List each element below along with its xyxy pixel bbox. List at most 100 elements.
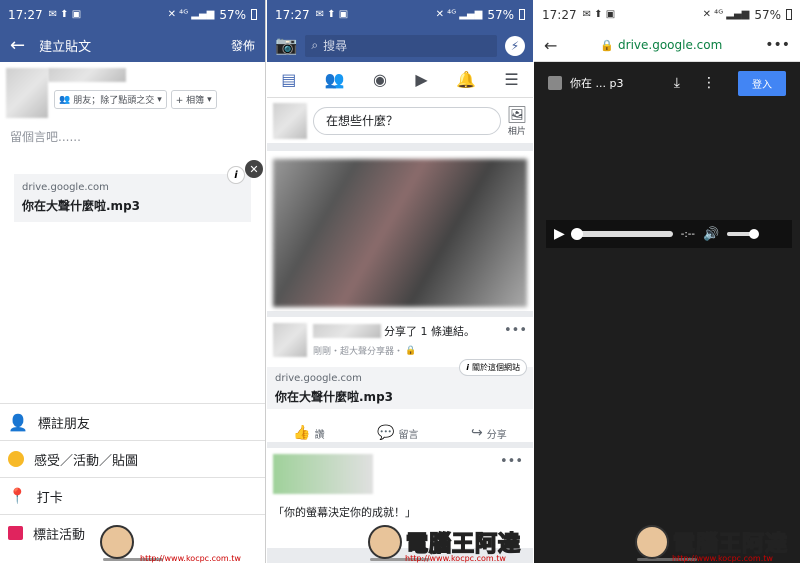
comment-label: 留言: [398, 429, 419, 441]
thumbs-up-icon: 👍: [293, 425, 311, 441]
blurred-header: [273, 454, 373, 494]
info-icon: i: [466, 363, 469, 372]
tab-groups[interactable]: ◉: [373, 70, 387, 89]
link-title: 你在大聲什麼啦.mp3: [22, 199, 141, 213]
signal-icon: ✕ ⁴ᴳ ▂▄▆: [435, 9, 483, 20]
photo-button[interactable]: 🖼 相片: [507, 105, 527, 137]
menu-item-tag-friends[interactable]: 👤 標註朋友: [0, 403, 265, 440]
url-text[interactable]: drive.google.com: [618, 38, 722, 52]
audience-selector[interactable]: 👥 朋友；除了點頭之交 ▾: [54, 90, 167, 109]
link-preview[interactable]: drive.google.com 你在大聲什麼啦.mp3 i ✕: [14, 160, 263, 222]
drive-toolbar: 你在 ... p3 ⤓ ⋮ 登入: [534, 62, 800, 104]
watermark-url: http://www.kocpc.com.tw: [405, 554, 506, 563]
signal-icon: ✕ ⁴ᴳ ▂▄▆: [702, 9, 750, 20]
post-action-text: 分享了 1 條連結。: [384, 325, 475, 338]
back-arrow-icon[interactable]: ←: [544, 36, 557, 55]
watermark-url: http://www.kocpc.com.tw: [672, 554, 773, 563]
browser-appbar: ← 🔒 drive.google.com •••: [534, 29, 800, 62]
create-post-panel: 17:27 ✉ ⬆ ▣ ✕ ⁴ᴳ ▂▄▆ 57% ← 建立貼文 發佈 👥 朋友；除了點…: [0, 0, 266, 563]
friends-icon: 👥: [59, 94, 71, 105]
watermark-left: 電腦王阿達: [100, 525, 143, 559]
play-icon[interactable]: ▶: [554, 226, 565, 242]
more-options-icon[interactable]: •••: [765, 37, 790, 53]
tab-news-feed[interactable]: ▤: [281, 70, 296, 89]
comment-icon: 💬: [377, 425, 395, 441]
like-label: 讚: [314, 429, 325, 441]
avatar: [6, 68, 48, 118]
menu-item-feeling[interactable]: 感受／活動／貼圖: [0, 440, 265, 477]
about-site-button[interactable]: i 關於這個網站: [459, 359, 527, 376]
smiley-icon: [8, 451, 24, 467]
more-options-icon[interactable]: •••: [504, 323, 527, 357]
menu-item-checkin[interactable]: 📍 打卡: [0, 477, 265, 514]
post-text-input[interactable]: 留個言吧......: [0, 124, 265, 152]
feed-post-image: [267, 151, 533, 311]
battery-icon: [519, 9, 525, 20]
blurred-photo: [273, 159, 527, 307]
back-arrow-icon[interactable]: ←: [10, 35, 25, 56]
menu-item-label: 感受／活動／貼圖: [34, 453, 139, 469]
share-label: 分享: [486, 429, 507, 441]
post-actions: 👍 讚 💬 留言 ↪ 分享: [267, 415, 533, 451]
watermark-mascot: [635, 525, 669, 559]
audience-label: 朋友；除了點頭之交: [73, 96, 155, 106]
battery-icon: [251, 9, 257, 20]
chevron-down-icon: ▾: [157, 94, 162, 105]
login-button[interactable]: 登入: [738, 70, 786, 96]
progress-thumb[interactable]: [570, 228, 583, 240]
post-meta: 剛剛・超大聲分享器・: [313, 347, 404, 357]
tag-friend-icon: 👤: [8, 412, 28, 432]
watermark-url: http://www.kocpc.com.tw: [140, 554, 241, 563]
composer-input[interactable]: 在想些什麼？: [313, 106, 501, 135]
lock-icon: 🔒: [600, 38, 615, 52]
status-time: 17:27: [8, 7, 43, 22]
more-vert-icon[interactable]: ⋮: [702, 75, 716, 91]
calendar-icon: [8, 526, 23, 540]
search-bar[interactable]: ⌕ 搜尋: [305, 34, 497, 57]
menu-item-label: 標註朋友: [37, 416, 90, 432]
menu-item-label: 標註活動: [33, 527, 86, 543]
tab-menu[interactable]: ☰: [504, 70, 518, 89]
volume-icon[interactable]: 🔊: [703, 227, 719, 242]
author-name: [48, 68, 126, 82]
share-icon: ↪: [471, 425, 483, 441]
tab-friends[interactable]: 👥: [325, 70, 345, 89]
page-title: 建立貼文: [39, 40, 92, 55]
comment-button[interactable]: 💬 留言: [377, 425, 418, 441]
more-options-icon[interactable]: •••: [500, 454, 523, 469]
audio-player: ▶ -:-- 🔊: [546, 220, 792, 248]
search-icon: ⌕: [311, 38, 319, 52]
messenger-icon[interactable]: ⚡: [505, 35, 525, 56]
file-name: 你在 ... p3: [570, 77, 624, 90]
info-icon[interactable]: i: [227, 166, 245, 184]
link-domain: drive.google.com: [22, 182, 109, 193]
progress-slider[interactable]: [570, 228, 673, 240]
like-button[interactable]: 👍 讚: [293, 425, 324, 441]
signal-icon: ✕ ⁴ᴳ ▂▄▆: [167, 9, 215, 20]
author-name: [313, 324, 381, 338]
photo-label: 相片: [507, 126, 526, 137]
close-icon[interactable]: ✕: [245, 160, 263, 178]
time-display: -:--: [680, 228, 695, 240]
volume-thumb[interactable]: [749, 229, 760, 239]
volume-slider[interactable]: [727, 229, 760, 239]
photo-icon: 🖼: [506, 104, 527, 124]
battery-level: 57%: [219, 7, 246, 22]
drive-viewer-panel: 17:27 ✉ ⬆ ▣ ✕ ⁴ᴳ ▂▄▆ 57% ← 🔒 drive.google.…: [534, 0, 800, 563]
album-selector[interactable]: + 相簿 ▾: [170, 90, 217, 109]
status-bar: 17:27 ✉ ⬆ ▣ ✕ ⁴ᴳ ▂▄▆ 57%: [267, 0, 533, 29]
download-icon[interactable]: ⤓: [674, 75, 680, 91]
link-preview[interactable]: drive.google.com 你在大聲什麼啦.mp3 i 關於這個網站: [267, 359, 533, 409]
status-bar: 17:27 ✉ ⬆ ▣ ✕ ⁴ᴳ ▂▄▆ 57%: [534, 0, 800, 29]
search-appbar: 📷 ⌕ 搜尋 ⚡: [267, 29, 533, 62]
status-time: 17:27: [542, 7, 577, 22]
camera-icon[interactable]: 📷: [275, 35, 297, 56]
status-time: 17:27: [275, 7, 310, 22]
publish-button[interactable]: 發佈: [231, 37, 255, 54]
share-button[interactable]: ↪ 分享: [471, 425, 507, 441]
battery-icon: [786, 9, 792, 20]
tab-notifications[interactable]: 🔔: [456, 70, 476, 89]
tab-watch[interactable]: ▶: [415, 70, 427, 89]
author-row: 👥 朋友；除了點頭之交 ▾ + 相簿 ▾: [0, 62, 265, 124]
composer: 在想些什麼？ 🖼 相片: [267, 98, 533, 143]
